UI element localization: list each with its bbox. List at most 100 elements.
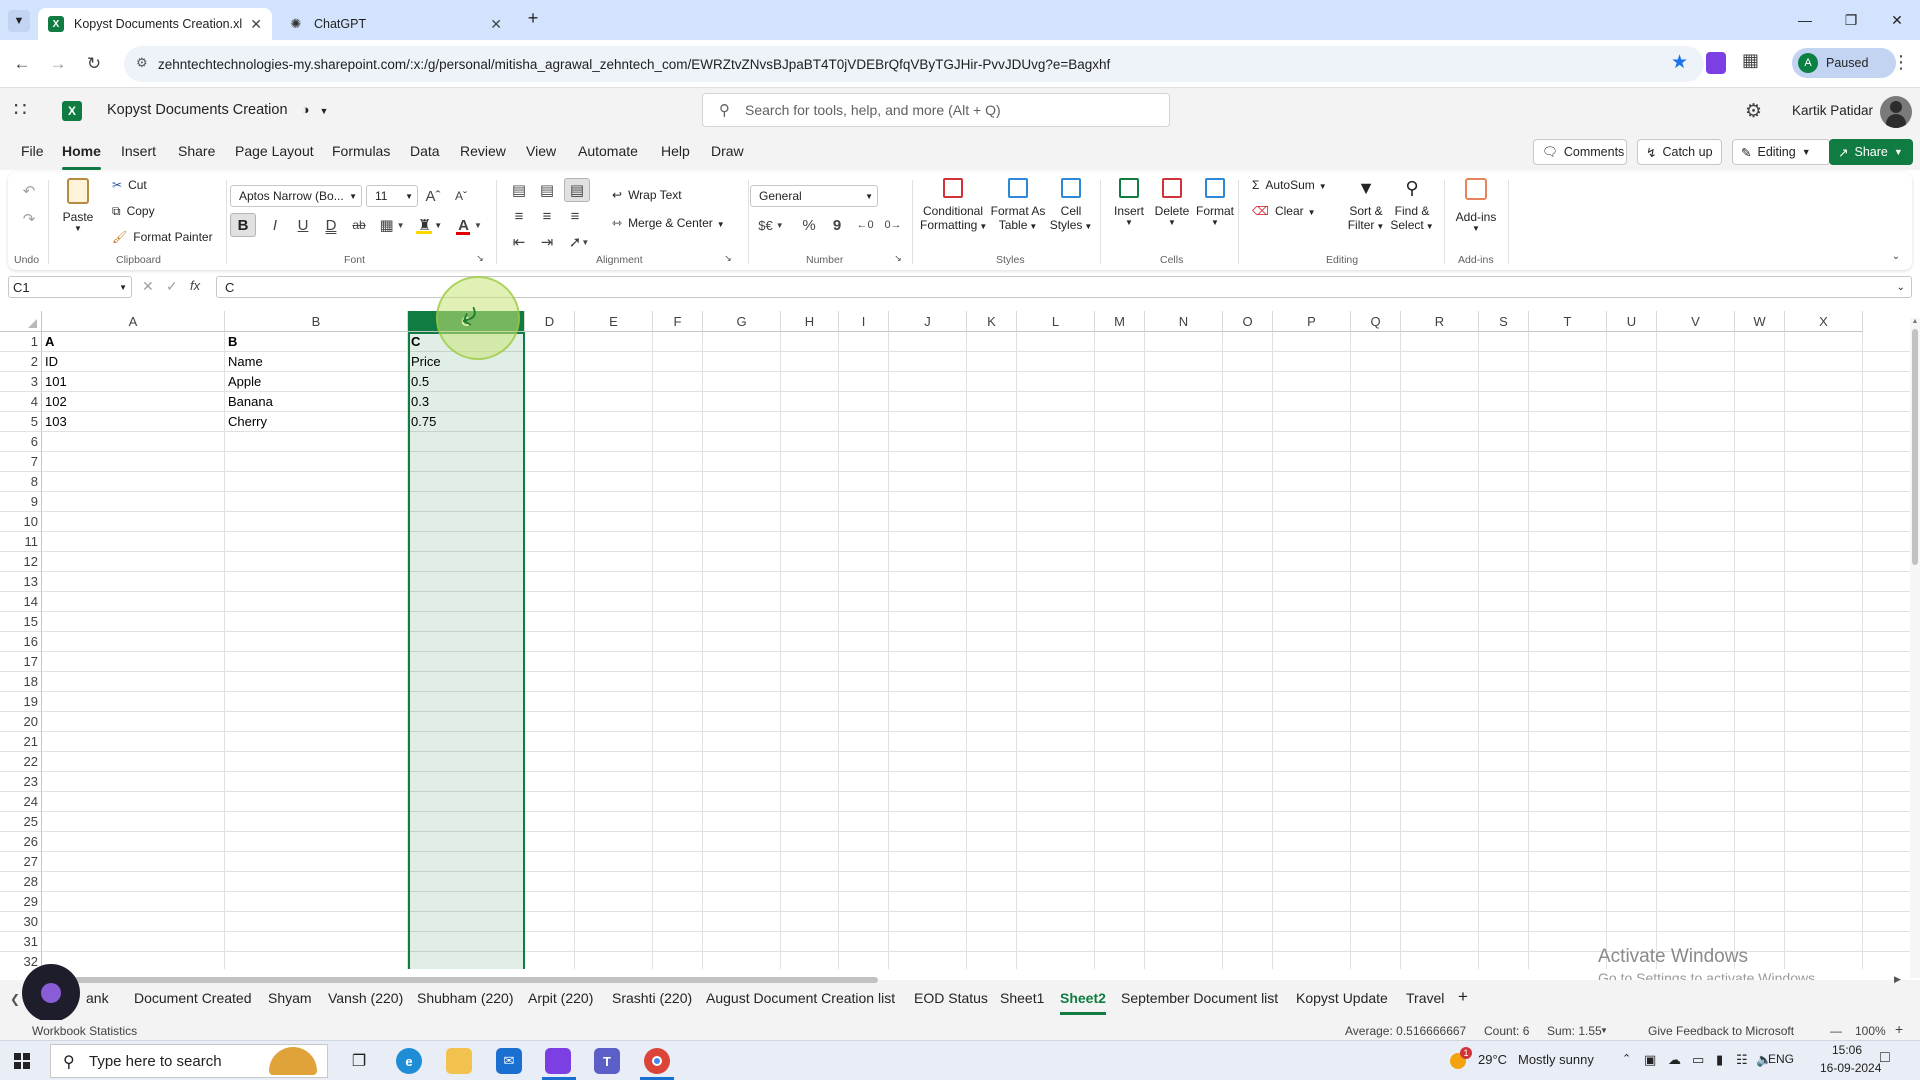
chevron-down-icon[interactable]: ▼	[1600, 1026, 1608, 1035]
decrease-decimal-icon[interactable]: 0→	[882, 215, 904, 235]
teams-icon[interactable]: T	[594, 1048, 620, 1074]
column-header-u[interactable]: U	[1607, 311, 1657, 332]
column-header-n[interactable]: N	[1145, 311, 1223, 332]
comma-style-button[interactable]: 9	[826, 215, 848, 235]
row-header-26[interactable]: 26	[0, 832, 42, 852]
name-box[interactable]: C1 ▼	[8, 276, 132, 298]
chrome-icon[interactable]	[644, 1048, 670, 1074]
column-header-k[interactable]: K	[967, 311, 1017, 332]
row-header-20[interactable]: 20	[0, 712, 42, 732]
column-header-a[interactable]: A	[42, 311, 225, 332]
expand-formula-icon[interactable]: ⌄	[1897, 282, 1905, 293]
strikethrough-button[interactable]: ab	[348, 215, 370, 235]
undo-icon[interactable]: ↶	[20, 182, 38, 200]
increase-indent-icon[interactable]: ⇥	[536, 232, 558, 252]
browser-tab-excel[interactable]: X Kopyst Documents Creation.xls ✕	[38, 8, 272, 40]
alignment-dialog-launcher-icon[interactable]: ↘	[722, 252, 734, 264]
onedrive-icon[interactable]: ☁	[1668, 1052, 1681, 1068]
cut-button[interactable]: ✂ Cut	[112, 178, 147, 192]
search-input[interactable]: ⚲ Search for tools, help, and more (Alt …	[702, 93, 1170, 127]
row-header-10[interactable]: 10	[0, 512, 42, 532]
bold-button[interactable]: B	[230, 213, 256, 237]
sheet-tab[interactable]: EOD Status	[914, 990, 988, 1006]
comments-button[interactable]: 🗨 Comments	[1533, 139, 1627, 165]
row-header-30[interactable]: 30	[0, 912, 42, 932]
row-header-9[interactable]: 9	[0, 492, 42, 512]
cell-b4[interactable]: Banana	[226, 392, 273, 412]
cell-c4[interactable]: 0.3	[409, 392, 429, 412]
tab-review[interactable]: Review	[460, 143, 506, 159]
orientation-icon[interactable]: ➚ ▼	[564, 232, 594, 252]
column-header-x[interactable]: X	[1785, 311, 1863, 332]
format-as-table-button[interactable]: Format As Table ▼	[990, 178, 1046, 232]
double-underline-button[interactable]: D	[320, 215, 342, 235]
sheet-tab[interactable]: August Document Creation list	[706, 990, 895, 1006]
column-header-d[interactable]: D	[525, 311, 575, 332]
editing-mode-button[interactable]: ✎ Editing ▼	[1732, 139, 1830, 165]
autosum-button[interactable]: Σ AutoSum ▼	[1252, 178, 1327, 192]
reload-button[interactable]: ↻	[80, 50, 108, 78]
cancel-entry-icon[interactable]: ✕	[142, 278, 154, 295]
column-header-f[interactable]: F	[653, 311, 703, 332]
increase-decimal-icon[interactable]: ←0	[854, 215, 876, 235]
sheet-tab[interactable]: Shubham (220)	[417, 990, 514, 1006]
column-header-i[interactable]: I	[839, 311, 889, 332]
column-header-p[interactable]: P	[1273, 311, 1351, 332]
row-header-2[interactable]: 2	[0, 352, 42, 372]
row-header-28[interactable]: 28	[0, 872, 42, 892]
extension-icon[interactable]	[1706, 52, 1726, 74]
column-header-r[interactable]: R	[1401, 311, 1479, 332]
decrease-font-size-icon[interactable]: Aˇ	[450, 186, 472, 206]
forward-button[interactable]: →	[44, 50, 72, 78]
insert-cells-button[interactable]: Insert ▼	[1110, 178, 1148, 227]
zoom-level[interactable]: 100%	[1855, 1024, 1886, 1038]
align-center-icon[interactable]: ≡	[536, 206, 558, 226]
tab-page-layout[interactable]: Page Layout	[235, 143, 314, 159]
close-tab-icon[interactable]: ✕	[490, 16, 502, 33]
cell-a2[interactable]: ID	[43, 352, 58, 372]
row-header-24[interactable]: 24	[0, 792, 42, 812]
merge-center-button[interactable]: ⇿ Merge & Center ▼	[612, 216, 725, 230]
format-painter-button[interactable]: 🖌 Format Painter	[112, 230, 213, 244]
scroll-up-icon[interactable]: ▲	[1910, 318, 1920, 325]
fill-color-icon[interactable]: ♜ ▼	[412, 215, 448, 235]
tab-data[interactable]: Data	[410, 143, 440, 159]
row-header-12[interactable]: 12	[0, 552, 42, 572]
tab-formulas[interactable]: Formulas	[332, 143, 390, 159]
tray-app-icon[interactable]: ▣	[1644, 1052, 1656, 1068]
tab-list-dropdown[interactable]: ▼	[8, 10, 30, 32]
sheet-tab[interactable]: Shyam	[268, 990, 312, 1006]
add-sheet-button[interactable]: +	[1458, 987, 1468, 1007]
column-header-w[interactable]: W	[1735, 311, 1785, 332]
battery-icon[interactable]: ▮	[1716, 1052, 1723, 1068]
copy-button[interactable]: ⧉ Copy	[112, 204, 155, 219]
column-header-t[interactable]: T	[1529, 311, 1607, 332]
row-header-32[interactable]: 32	[0, 952, 42, 969]
monitor-icon[interactable]: ▭	[1692, 1052, 1704, 1068]
sheet-tab[interactable]: Srashti (220)	[612, 990, 692, 1006]
cell-b2[interactable]: Name	[226, 352, 263, 372]
addins-button[interactable]: Add-ins ▼	[1452, 178, 1500, 233]
column-header-q[interactable]: Q	[1351, 311, 1401, 332]
row-header-15[interactable]: 15	[0, 612, 42, 632]
site-info-icon[interactable]: ⚙	[136, 55, 148, 71]
column-header-o[interactable]: O	[1223, 311, 1273, 332]
row-header-16[interactable]: 16	[0, 632, 42, 652]
app-launcher-icon[interactable]: ∷	[14, 100, 32, 120]
cell-c1[interactable]: C	[409, 332, 420, 352]
spreadsheet-grid[interactable]: ABCDEFGHIJKLMNOPQRSTUVWX 123456789101112…	[0, 311, 1910, 969]
minimize-button[interactable]: —	[1782, 0, 1828, 40]
settings-gear-icon[interactable]: ⚙	[1745, 100, 1762, 123]
currency-format-button[interactable]: $€ ▼	[754, 215, 788, 235]
cell-c3[interactable]: 0.5	[409, 372, 429, 392]
network-icon[interactable]: ☷	[1736, 1052, 1748, 1068]
mail-icon[interactable]: ✉	[496, 1048, 522, 1074]
row-header-22[interactable]: 22	[0, 752, 42, 772]
share-button[interactable]: ↗ Share ▼	[1829, 139, 1913, 165]
tab-share[interactable]: Share	[178, 143, 215, 159]
paste-button[interactable]: Paste ▼	[58, 178, 98, 244]
profile-button[interactable]: A Paused	[1792, 48, 1896, 78]
sheet-tab[interactable]: Kopyst Update	[1296, 990, 1388, 1006]
close-tab-icon[interactable]: ✕	[250, 16, 262, 33]
power-apps-icon[interactable]	[545, 1048, 571, 1074]
